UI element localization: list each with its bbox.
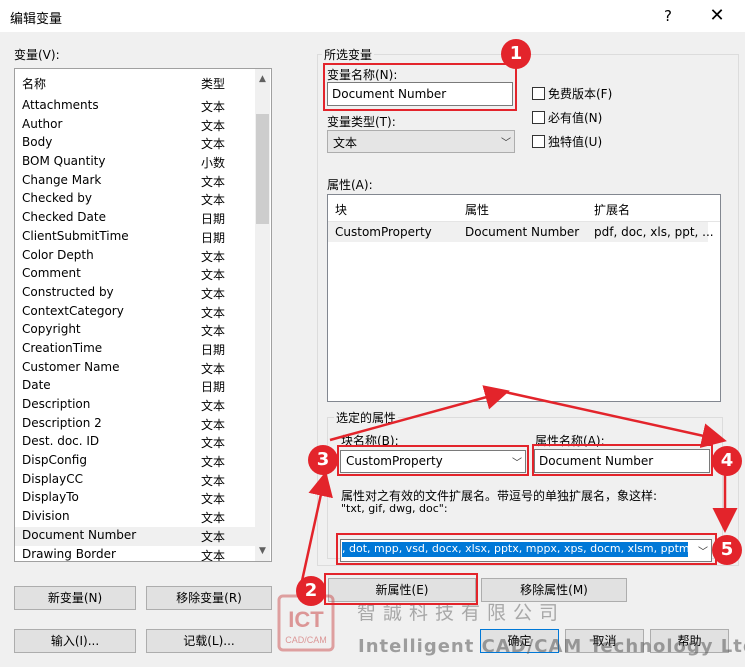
- badge-2: 2: [296, 576, 326, 606]
- annotation-arrows: [298, 385, 738, 591]
- badge-4: 4: [712, 446, 742, 476]
- badge-3: 3: [308, 445, 338, 475]
- badge-5: 5: [712, 535, 742, 565]
- badge-1: 1: [501, 39, 531, 69]
